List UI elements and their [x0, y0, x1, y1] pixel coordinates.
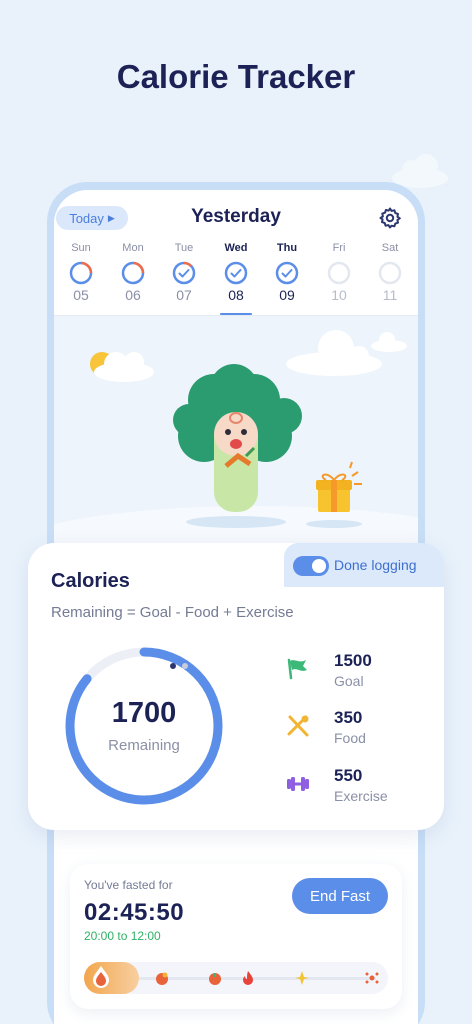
blood-sugar-icon: [93, 966, 109, 988]
day-empty-ring-icon: [378, 261, 402, 285]
done-logging-label[interactable]: Done logging: [334, 557, 417, 573]
day-check-ring-icon: [224, 261, 248, 285]
page-headline: Calorie Tracker: [116, 58, 356, 95]
done-logging-toggle[interactable]: [293, 556, 329, 576]
day-fri[interactable]: Fri 10: [314, 240, 364, 303]
food-value: 350: [334, 708, 363, 727]
top-bar: Today ▶ Yesterday Sun 05 Mon 06 Tue 07 Wed 08 Th…: [54, 190, 418, 315]
flame-icon: [243, 971, 253, 985]
page-dot: [182, 663, 188, 669]
day-name: Thu: [276, 242, 298, 254]
utensils-icon: [287, 715, 309, 737]
gear-icon[interactable]: [378, 206, 402, 230]
mascot-illustration: [54, 316, 418, 556]
day-number: 07: [176, 287, 192, 303]
day-name: Sun: [71, 242, 91, 254]
exercise-value: 550: [334, 766, 363, 785]
end-fast-button[interactable]: End Fast: [292, 878, 388, 914]
day-number: 10: [331, 287, 347, 303]
day-mon[interactable]: Mon 06: [108, 240, 158, 303]
day-progress-ring-icon: [121, 261, 145, 285]
dumbbell-icon: [287, 777, 309, 791]
food-label: Food: [334, 730, 366, 746]
page-indicator: [170, 656, 194, 669]
remaining-value: 1700: [111, 697, 177, 729]
day-sat[interactable]: Sat 11: [365, 240, 415, 303]
goal-value: 1500: [334, 651, 372, 670]
page-title: Yesterday: [191, 206, 281, 227]
fasted-time: 02:45:50: [84, 899, 185, 926]
day-check-ring-icon: [172, 261, 196, 285]
day-progress-ring-icon: [69, 261, 93, 285]
day-name: Fri: [332, 242, 346, 254]
week-strip: Sun 05 Mon 06 Tue 07 Wed 08 Thu 09 Fri 10 Sat 11: [54, 240, 418, 315]
day-wed[interactable]: Wed 08: [211, 240, 261, 303]
day-tue[interactable]: Tue 07: [159, 240, 209, 303]
stage-blood-sugar-normal-icon: [209, 973, 221, 985]
spark-icon: [295, 971, 309, 985]
exercise-label: Exercise: [334, 788, 388, 804]
fasting-window: 20:00 to 12:00: [84, 929, 161, 943]
calories-formula: Remaining = Goal - Food + Exercise: [51, 604, 294, 621]
remaining-label: Remaining: [108, 737, 180, 754]
day-number: 05: [73, 287, 89, 303]
day-thu[interactable]: Thu 09: [262, 240, 312, 303]
day-name: Wed: [224, 242, 248, 254]
autophagy-icon: [365, 972, 379, 984]
day-number: 09: [279, 287, 295, 303]
day-name: Tue: [174, 242, 194, 254]
stage-blood-sugar-falling-icon: [156, 972, 168, 985]
day-number: 11: [382, 287, 398, 303]
day-sun[interactable]: Sun 05: [56, 240, 106, 303]
calories-title: Calories: [51, 570, 130, 592]
day-empty-ring-icon: [327, 261, 351, 285]
goal-label: Goal: [334, 673, 364, 689]
flag-icon: [287, 658, 307, 680]
day-check-ring-icon: [275, 261, 299, 285]
day-name: Mon: [122, 242, 144, 254]
day-number: 08: [228, 287, 244, 303]
day-number: 06: [125, 287, 141, 303]
fasted-label: You've fasted for: [84, 878, 173, 892]
page-dot-active: [170, 663, 176, 669]
day-name: Sat: [381, 242, 399, 254]
